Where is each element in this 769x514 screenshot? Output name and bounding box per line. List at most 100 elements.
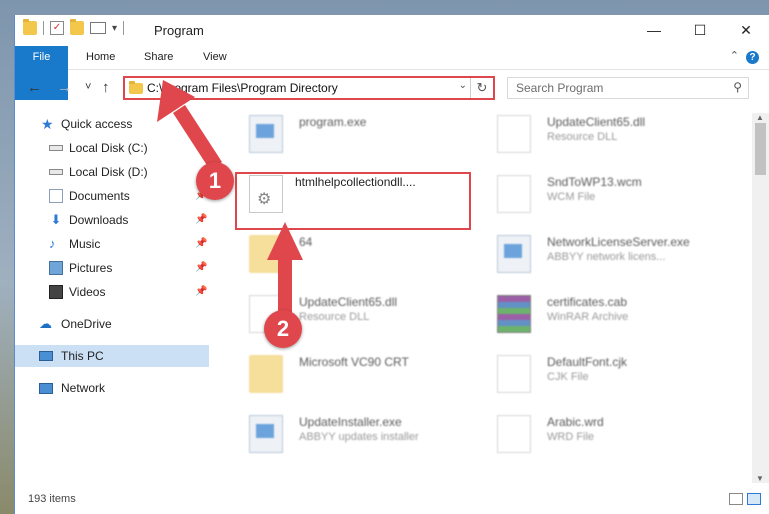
file-name: program.exe bbox=[299, 115, 367, 129]
sidebar-item-this-pc[interactable]: This PC bbox=[15, 345, 209, 367]
scroll-thumb[interactable] bbox=[755, 123, 766, 175]
customize-qat-icon[interactable] bbox=[90, 22, 106, 34]
file-list: program.exe ⚙ htmlhelpcollectiondll.... … bbox=[225, 113, 745, 483]
large-icons-view-icon[interactable] bbox=[747, 493, 761, 505]
back-button[interactable]: ← bbox=[27, 79, 42, 96]
sidebar-item-downloads[interactable]: ⬇ Downloads 📌 bbox=[15, 209, 209, 231]
folder-icon bbox=[249, 235, 283, 273]
downloads-icon: ⬇ bbox=[50, 212, 62, 227]
pin-icon[interactable]: 📌 bbox=[195, 233, 207, 255]
file-description: WCM File bbox=[547, 191, 596, 203]
qat-dropdown-icon[interactable]: ▾ bbox=[112, 23, 117, 34]
file-description: Resource DLL bbox=[299, 311, 370, 323]
file-item[interactable]: UpdateClient65.dll Resource DLL bbox=[487, 113, 727, 167]
sidebar-item-network[interactable]: Network bbox=[15, 377, 209, 399]
minimize-button[interactable]: — bbox=[631, 15, 677, 45]
search-placeholder: Search Program bbox=[516, 81, 604, 95]
file-item[interactable]: SndToWP13.wcm WCM File bbox=[487, 173, 727, 227]
file-item[interactable]: NetworkLicenseServer.exe ABBYY network l… bbox=[487, 233, 727, 287]
network-icon bbox=[39, 383, 53, 394]
vertical-scrollbar[interactable]: ▲ ▼ bbox=[752, 113, 769, 483]
executable-icon bbox=[249, 115, 283, 153]
sidebar-item-documents[interactable]: Documents 📌 bbox=[15, 185, 209, 207]
sidebar-item-videos[interactable]: Videos 📌 bbox=[15, 281, 209, 303]
tab-home[interactable]: Home bbox=[86, 46, 115, 69]
file-description: ABBYY network licens... bbox=[547, 251, 666, 263]
file-icon bbox=[497, 355, 531, 393]
sidebar-item-label: Pictures bbox=[69, 261, 113, 275]
sidebar-item-label: Music bbox=[69, 237, 101, 251]
step-2-badge: 2 bbox=[264, 310, 302, 348]
collapse-ribbon-icon[interactable]: ⌃ bbox=[730, 49, 739, 62]
pin-icon[interactable]: 📌 bbox=[195, 257, 207, 279]
status-bar: 193 items bbox=[15, 486, 769, 514]
sidebar-item-local-disk-d[interactable]: Local Disk (D:) bbox=[15, 161, 209, 183]
file-name: 64 bbox=[299, 235, 313, 249]
file-item[interactable]: program.exe bbox=[239, 113, 479, 167]
file-name: UpdateInstaller.exe bbox=[299, 415, 402, 429]
videos-icon bbox=[49, 285, 63, 299]
pin-icon[interactable]: 📌 bbox=[195, 209, 207, 231]
file-name: UpdateClient65.dll bbox=[547, 115, 646, 129]
sidebar-item-label: Local Disk (C:) bbox=[69, 141, 148, 155]
window-controls: — ☐ ✕ bbox=[631, 15, 769, 45]
sidebar-item-label: Downloads bbox=[69, 213, 129, 227]
search-icon[interactable]: ⚲ bbox=[733, 80, 742, 94]
new-folder-icon[interactable] bbox=[70, 19, 84, 35]
file-name: DefaultFont.cjk bbox=[547, 355, 628, 369]
file-description: CJK File bbox=[547, 371, 589, 383]
maximize-button[interactable]: ☐ bbox=[677, 15, 723, 45]
file-name: Microsoft VC90 CRT bbox=[299, 355, 409, 369]
title-bar: ✓ ▾ Program — ☐ ✕ bbox=[15, 15, 769, 45]
sidebar-item-label: This PC bbox=[61, 349, 104, 363]
sidebar-item-label: Documents bbox=[69, 189, 130, 203]
sidebar-item-pictures[interactable]: Pictures 📌 bbox=[15, 257, 209, 279]
item-count: 193 items bbox=[28, 493, 76, 505]
file-icon bbox=[497, 415, 531, 453]
pin-icon[interactable]: 📌 bbox=[195, 281, 207, 303]
file-item[interactable]: DefaultFont.cjk CJK File bbox=[487, 353, 727, 407]
refresh-button[interactable]: ↻ bbox=[470, 78, 493, 98]
tab-share[interactable]: Share bbox=[144, 46, 173, 69]
sidebar-item-local-disk-c[interactable]: Local Disk (C:) bbox=[15, 137, 209, 159]
file-item[interactable]: UpdateInstaller.exe ABBYY updates instal… bbox=[239, 413, 479, 467]
file-item[interactable]: certificates.cab WinRAR Archive bbox=[487, 293, 727, 347]
address-bar[interactable]: C:\Program Files\Program Directory ⌄ ↻ bbox=[123, 76, 495, 100]
cloud-icon: ☁ bbox=[39, 316, 52, 331]
file-name: UpdateClient65.dll bbox=[299, 295, 398, 309]
explorer-window: ✓ ▾ Program — ☐ ✕ File Home Share View ⌃… bbox=[14, 15, 769, 514]
address-path[interactable]: C:\Program Files\Program Directory bbox=[147, 81, 338, 95]
file-item[interactable]: 64 bbox=[239, 233, 479, 287]
address-dropdown-icon[interactable]: ⌄ bbox=[459, 80, 467, 91]
details-view-icon[interactable] bbox=[729, 493, 743, 505]
sidebar-item-label: Local Disk (D:) bbox=[69, 165, 148, 179]
folder-icon bbox=[249, 355, 283, 393]
recent-locations-button[interactable]: ˅ bbox=[85, 81, 91, 93]
search-input[interactable]: Search Program ⚲ bbox=[507, 77, 749, 99]
music-icon: ♪ bbox=[49, 236, 56, 251]
help-icon[interactable]: ? bbox=[746, 51, 759, 64]
pictures-icon bbox=[49, 261, 63, 275]
file-item[interactable]: Microsoft VC90 CRT bbox=[239, 353, 479, 407]
dll-file-icon bbox=[497, 115, 531, 153]
file-description: Resource DLL bbox=[547, 131, 618, 143]
up-button[interactable]: ↑ bbox=[102, 79, 110, 96]
ribbon-tabs: File Home Share View ⌃ ? bbox=[15, 46, 769, 100]
sidebar-item-label: OneDrive bbox=[61, 317, 112, 331]
sidebar-item-onedrive[interactable]: ☁ OneDrive bbox=[15, 313, 209, 335]
executable-icon bbox=[497, 235, 531, 273]
properties-icon[interactable]: ✓ bbox=[50, 21, 64, 35]
sidebar-item-label: Videos bbox=[69, 285, 106, 299]
sidebar-item-music[interactable]: ♪ Music 📌 bbox=[15, 233, 209, 255]
scroll-up-icon[interactable]: ▲ bbox=[756, 113, 764, 122]
file-name: certificates.cab bbox=[547, 295, 628, 309]
star-icon: ★ bbox=[41, 116, 54, 132]
forward-button[interactable]: → bbox=[57, 79, 72, 96]
file-item[interactable]: Arabic.wrd WRD File bbox=[487, 413, 727, 467]
tab-view[interactable]: View bbox=[203, 46, 227, 69]
quick-access-toolbar: ✓ ▾ bbox=[23, 19, 125, 35]
sidebar-item-quick-access[interactable]: ★ Quick access bbox=[15, 113, 209, 135]
view-toggles bbox=[729, 493, 761, 505]
close-button[interactable]: ✕ bbox=[723, 15, 769, 45]
scroll-down-icon[interactable]: ▼ bbox=[756, 474, 764, 483]
